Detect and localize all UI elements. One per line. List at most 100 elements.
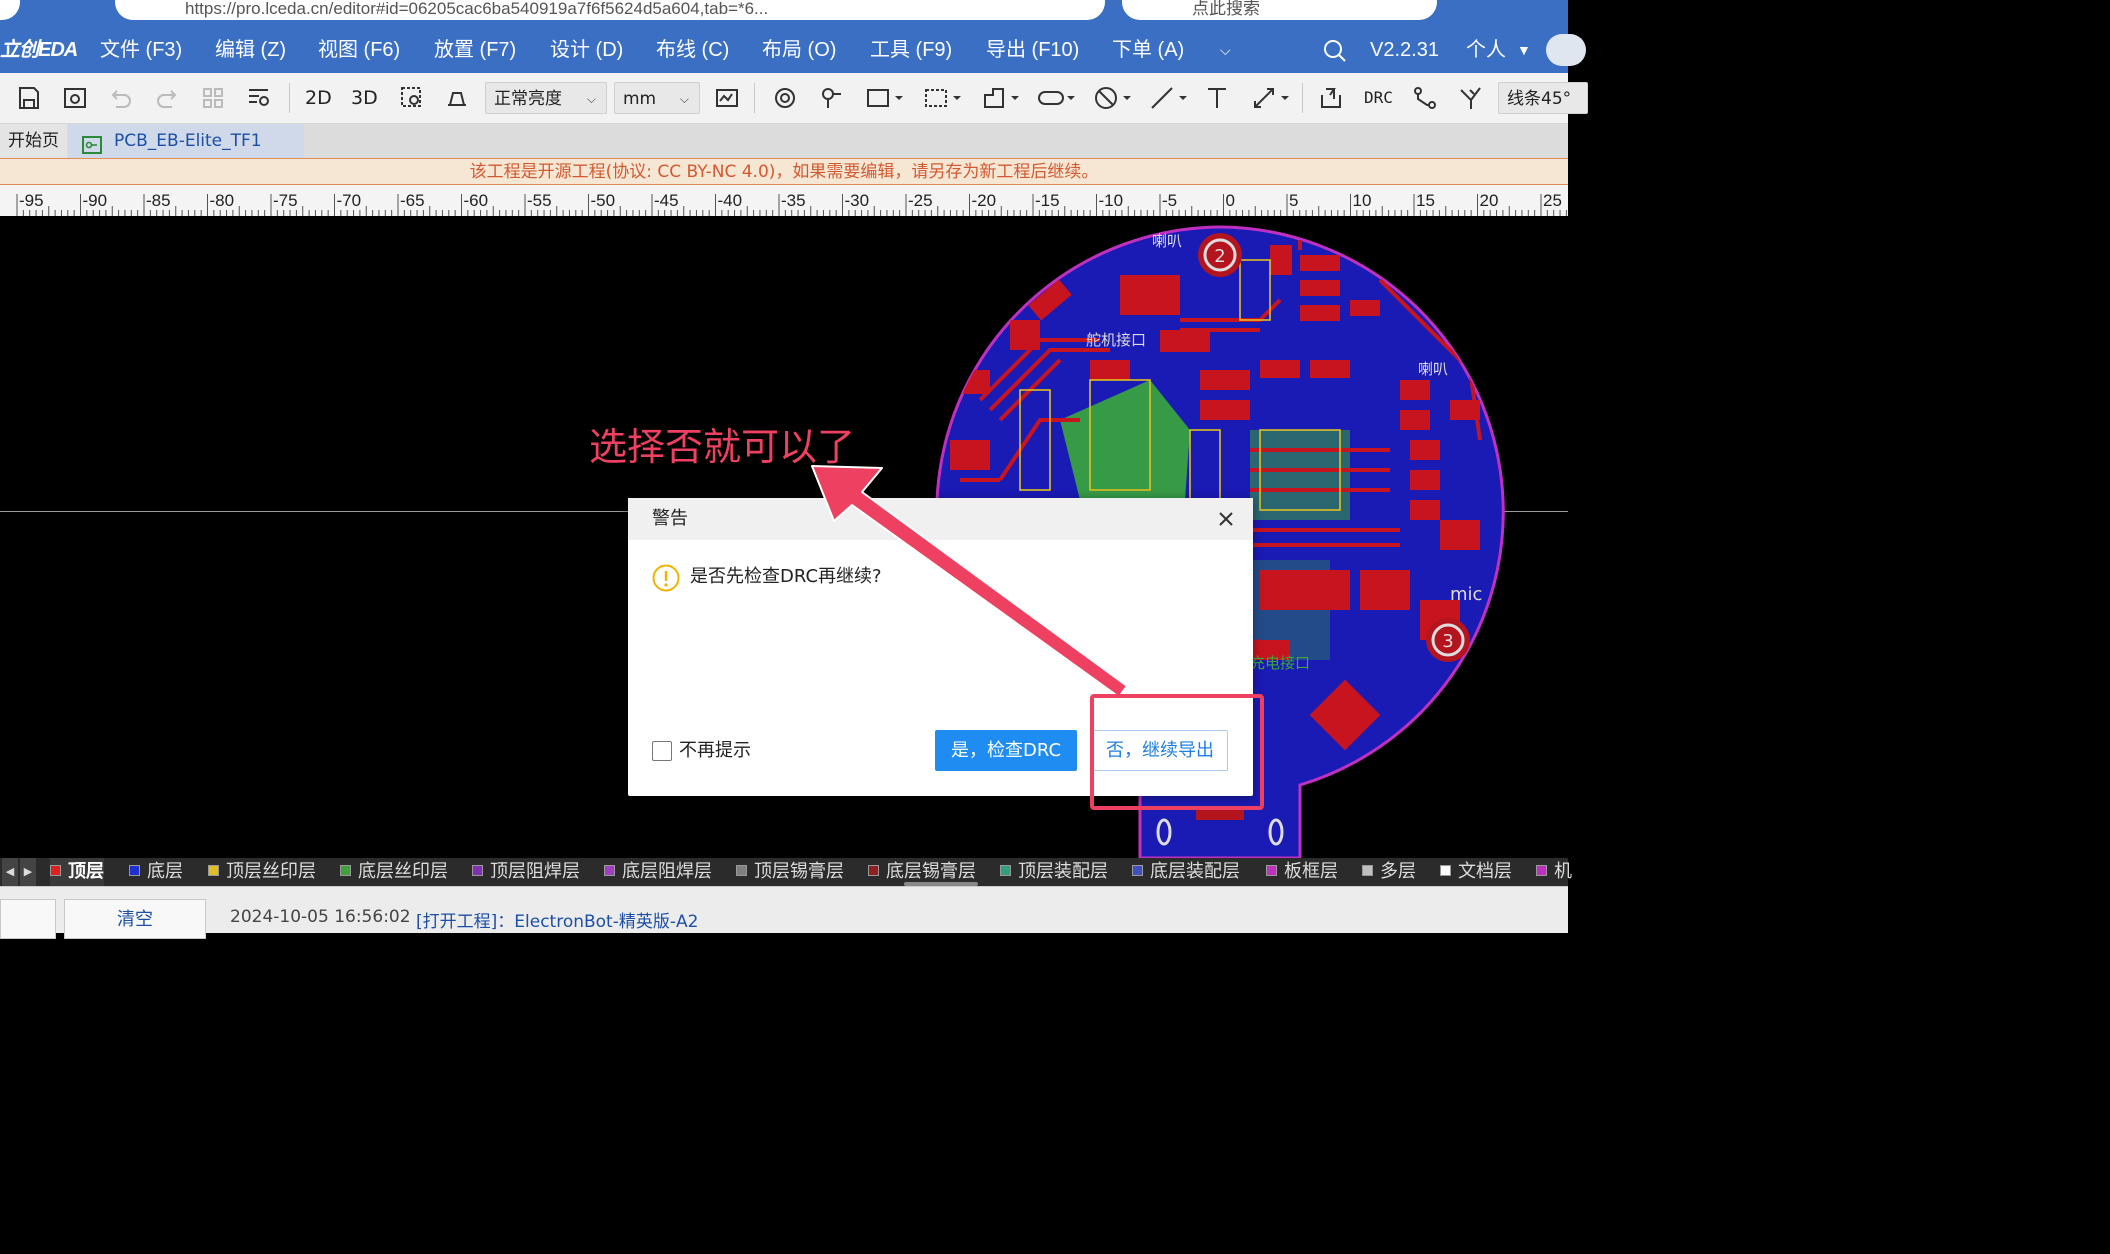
ruler-label: -20 [972,191,997,210]
layer-scroll-left-icon[interactable]: ◀ [2,858,18,886]
route-icon[interactable] [1408,81,1442,115]
silk-label-charge: 充电接口 [1250,654,1310,672]
polygon-icon[interactable] [976,81,1026,115]
menu-layout[interactable]: 布局 (O) [762,27,836,73]
search-icon[interactable] [1322,38,1348,68]
view-2d-button[interactable]: 2D [305,73,332,123]
layer-color-swatch[interactable] [868,865,879,876]
menu-bar: 立创EDA 文件 (F3) 编辑 (Z) 视图 (F6) 放置 (F7) 设计 … [0,27,1586,73]
drc-button[interactable]: DRC [1364,73,1393,123]
dimension-icon[interactable] [1246,81,1296,115]
ruler-label: -50 [591,191,616,210]
brightness-select[interactable]: 正常亮度 ⌵ [485,82,607,114]
layer-color-swatch[interactable] [1266,865,1277,876]
clear-log-button[interactable]: 清空 [64,899,206,939]
layer-item[interactable]: 机 [1536,858,1572,886]
text-icon[interactable] [1200,81,1234,115]
browser-search-box[interactable]: 点此搜索 [1122,0,1437,20]
layer-color-swatch[interactable] [1000,865,1011,876]
menu-edit[interactable]: 编辑 (Z) [215,27,286,73]
check-drc-button[interactable]: 是，检查DRC [935,730,1077,771]
layer-color-swatch[interactable] [1132,865,1143,876]
layer-color-swatch[interactable] [208,865,219,876]
dont-show-again-checkbox[interactable] [652,741,672,761]
layer-color-swatch[interactable] [604,865,615,876]
board-mark-2: 2 [1214,246,1225,267]
layer-item[interactable]: 底层 [129,858,183,886]
layer-label: 板框层 [1284,861,1338,882]
zoom-area-icon[interactable] [395,81,429,115]
avatar[interactable] [1546,34,1586,66]
unit-select[interactable]: mm ⌵ [614,82,700,114]
layer-color-swatch[interactable] [50,865,61,876]
rect-region-icon[interactable] [860,81,910,115]
menu-view[interactable]: 视图 (F6) [318,27,400,73]
menu-file[interactable]: 文件 (F3) [100,27,182,73]
ruler-label: -55 [527,191,552,210]
layer-color-swatch[interactable] [1440,865,1451,876]
layer-item[interactable]: 板框层 [1266,858,1338,886]
layer-label: 顶层 [68,861,104,882]
layer-item[interactable]: 顶层锡膏层 [736,858,844,886]
close-icon[interactable] [1215,508,1237,530]
slot-icon[interactable] [1032,81,1082,115]
menu-more-chevron-icon[interactable]: ⌵ [1220,27,1231,73]
layer-color-swatch[interactable] [736,865,747,876]
log-filter-tab[interactable] [0,899,56,939]
redo-icon[interactable] [150,81,184,115]
layer-label: 文档层 [1458,861,1512,882]
dialog-message: 是否先检查DRC再继续? [690,566,882,587]
layer-item[interactable]: 底层装配层 [1132,858,1240,886]
menu-order[interactable]: 下单 (A) [1112,27,1184,73]
layer-item[interactable]: 顶层丝印层 [208,858,316,886]
layer-color-swatch[interactable] [340,865,351,876]
layer-color-swatch[interactable] [472,865,483,876]
pin-icon[interactable] [814,81,848,115]
layer-item[interactable]: 底层阻焊层 [604,858,712,886]
layer-item[interactable]: 顶层 [50,858,104,886]
address-bar[interactable]: https://pro.lceda.cn/editor#id=06205cac6… [115,0,1105,20]
layer-item[interactable]: 底层丝印层 [340,858,448,886]
menu-tools[interactable]: 工具 (F9) [870,27,952,73]
find-icon[interactable] [242,81,276,115]
layer-item[interactable]: 多层 [1362,858,1416,886]
user-menu[interactable]: 个人 [1466,27,1506,73]
ruler-icon[interactable] [710,81,744,115]
silk-label-speaker-top: 喇叭 [1152,232,1182,250]
log-message[interactable]: [打开工程]：ElectronBot-精英版-A2 [416,907,698,932]
address-url[interactable]: https://pro.lceda.cn/editor#id=06205cac6… [185,0,768,18]
import-icon[interactable] [1314,81,1348,115]
browser-search-placeholder[interactable]: 点此搜索 [1192,0,1260,18]
menu-design[interactable]: 设计 (D) [550,27,623,73]
board-icon[interactable] [440,81,474,115]
layer-color-swatch[interactable] [129,865,140,876]
line-icon[interactable] [1144,81,1194,115]
save-icon[interactable] [12,81,46,115]
save-local-icon[interactable] [58,81,92,115]
menu-place[interactable]: 放置 (F7) [434,27,516,73]
multi-route-icon[interactable] [1454,81,1488,115]
layer-item[interactable]: 顶层阻焊层 [472,858,580,886]
browser-back-area[interactable] [0,0,20,20]
menu-route[interactable]: 布线 (C) [656,27,729,73]
menu-export[interactable]: 导出 (F10) [986,27,1079,73]
tab-pcb-project[interactable]: PCB_EB-Elite_TF1 [68,124,304,158]
ruler-label: -65 [400,191,425,210]
route-mode-select[interactable]: 线条45° [1498,82,1588,114]
layer-label: 底层阻焊层 [622,861,712,882]
view-3d-button[interactable]: 3D [351,73,378,123]
dont-show-again-label[interactable]: 不再提示 [679,738,751,764]
layer-item[interactable]: 顶层装配层 [1000,858,1108,886]
user-chevron-icon[interactable]: ▼ [1517,27,1531,73]
dashed-region-icon[interactable] [918,81,968,115]
undo-icon[interactable] [104,81,138,115]
grid-icon[interactable] [196,81,230,115]
prohibit-icon[interactable] [1088,81,1138,115]
layer-scroll-right-icon[interactable]: ▶ [20,858,36,886]
layer-color-swatch[interactable] [1536,865,1547,876]
tab-home[interactable]: 开始页 [0,124,67,158]
chevron-down-icon: ⌵ [679,92,689,106]
layer-color-swatch[interactable] [1362,865,1373,876]
layer-item[interactable]: 文档层 [1440,858,1512,886]
via-icon[interactable] [768,81,802,115]
